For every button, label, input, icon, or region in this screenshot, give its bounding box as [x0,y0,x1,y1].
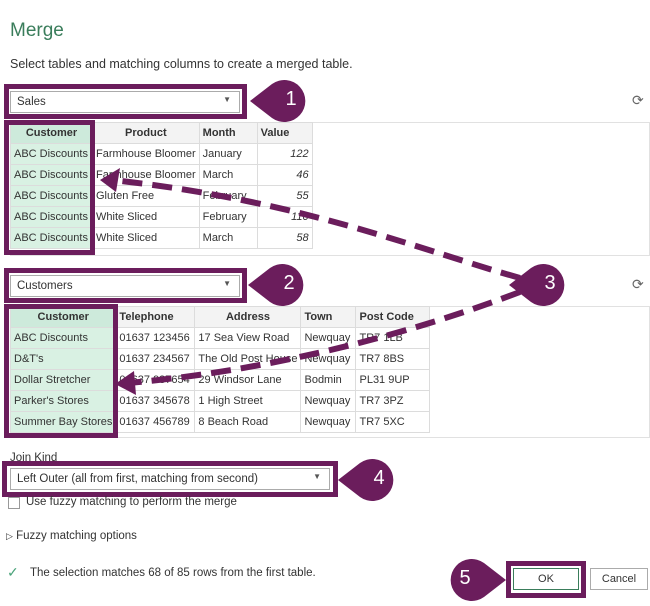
callout-1: 1 [250,80,314,122]
callout-3: 3 [509,264,573,306]
arrowhead-icon [115,371,136,395]
arrow-to-second-table [127,289,522,386]
callout-5: 5 [442,559,506,601]
callout-2: 2 [248,264,312,306]
arrowhead-icon [100,168,120,192]
callout-4: 4 [338,459,402,501]
arrow-to-first-table [111,177,521,281]
